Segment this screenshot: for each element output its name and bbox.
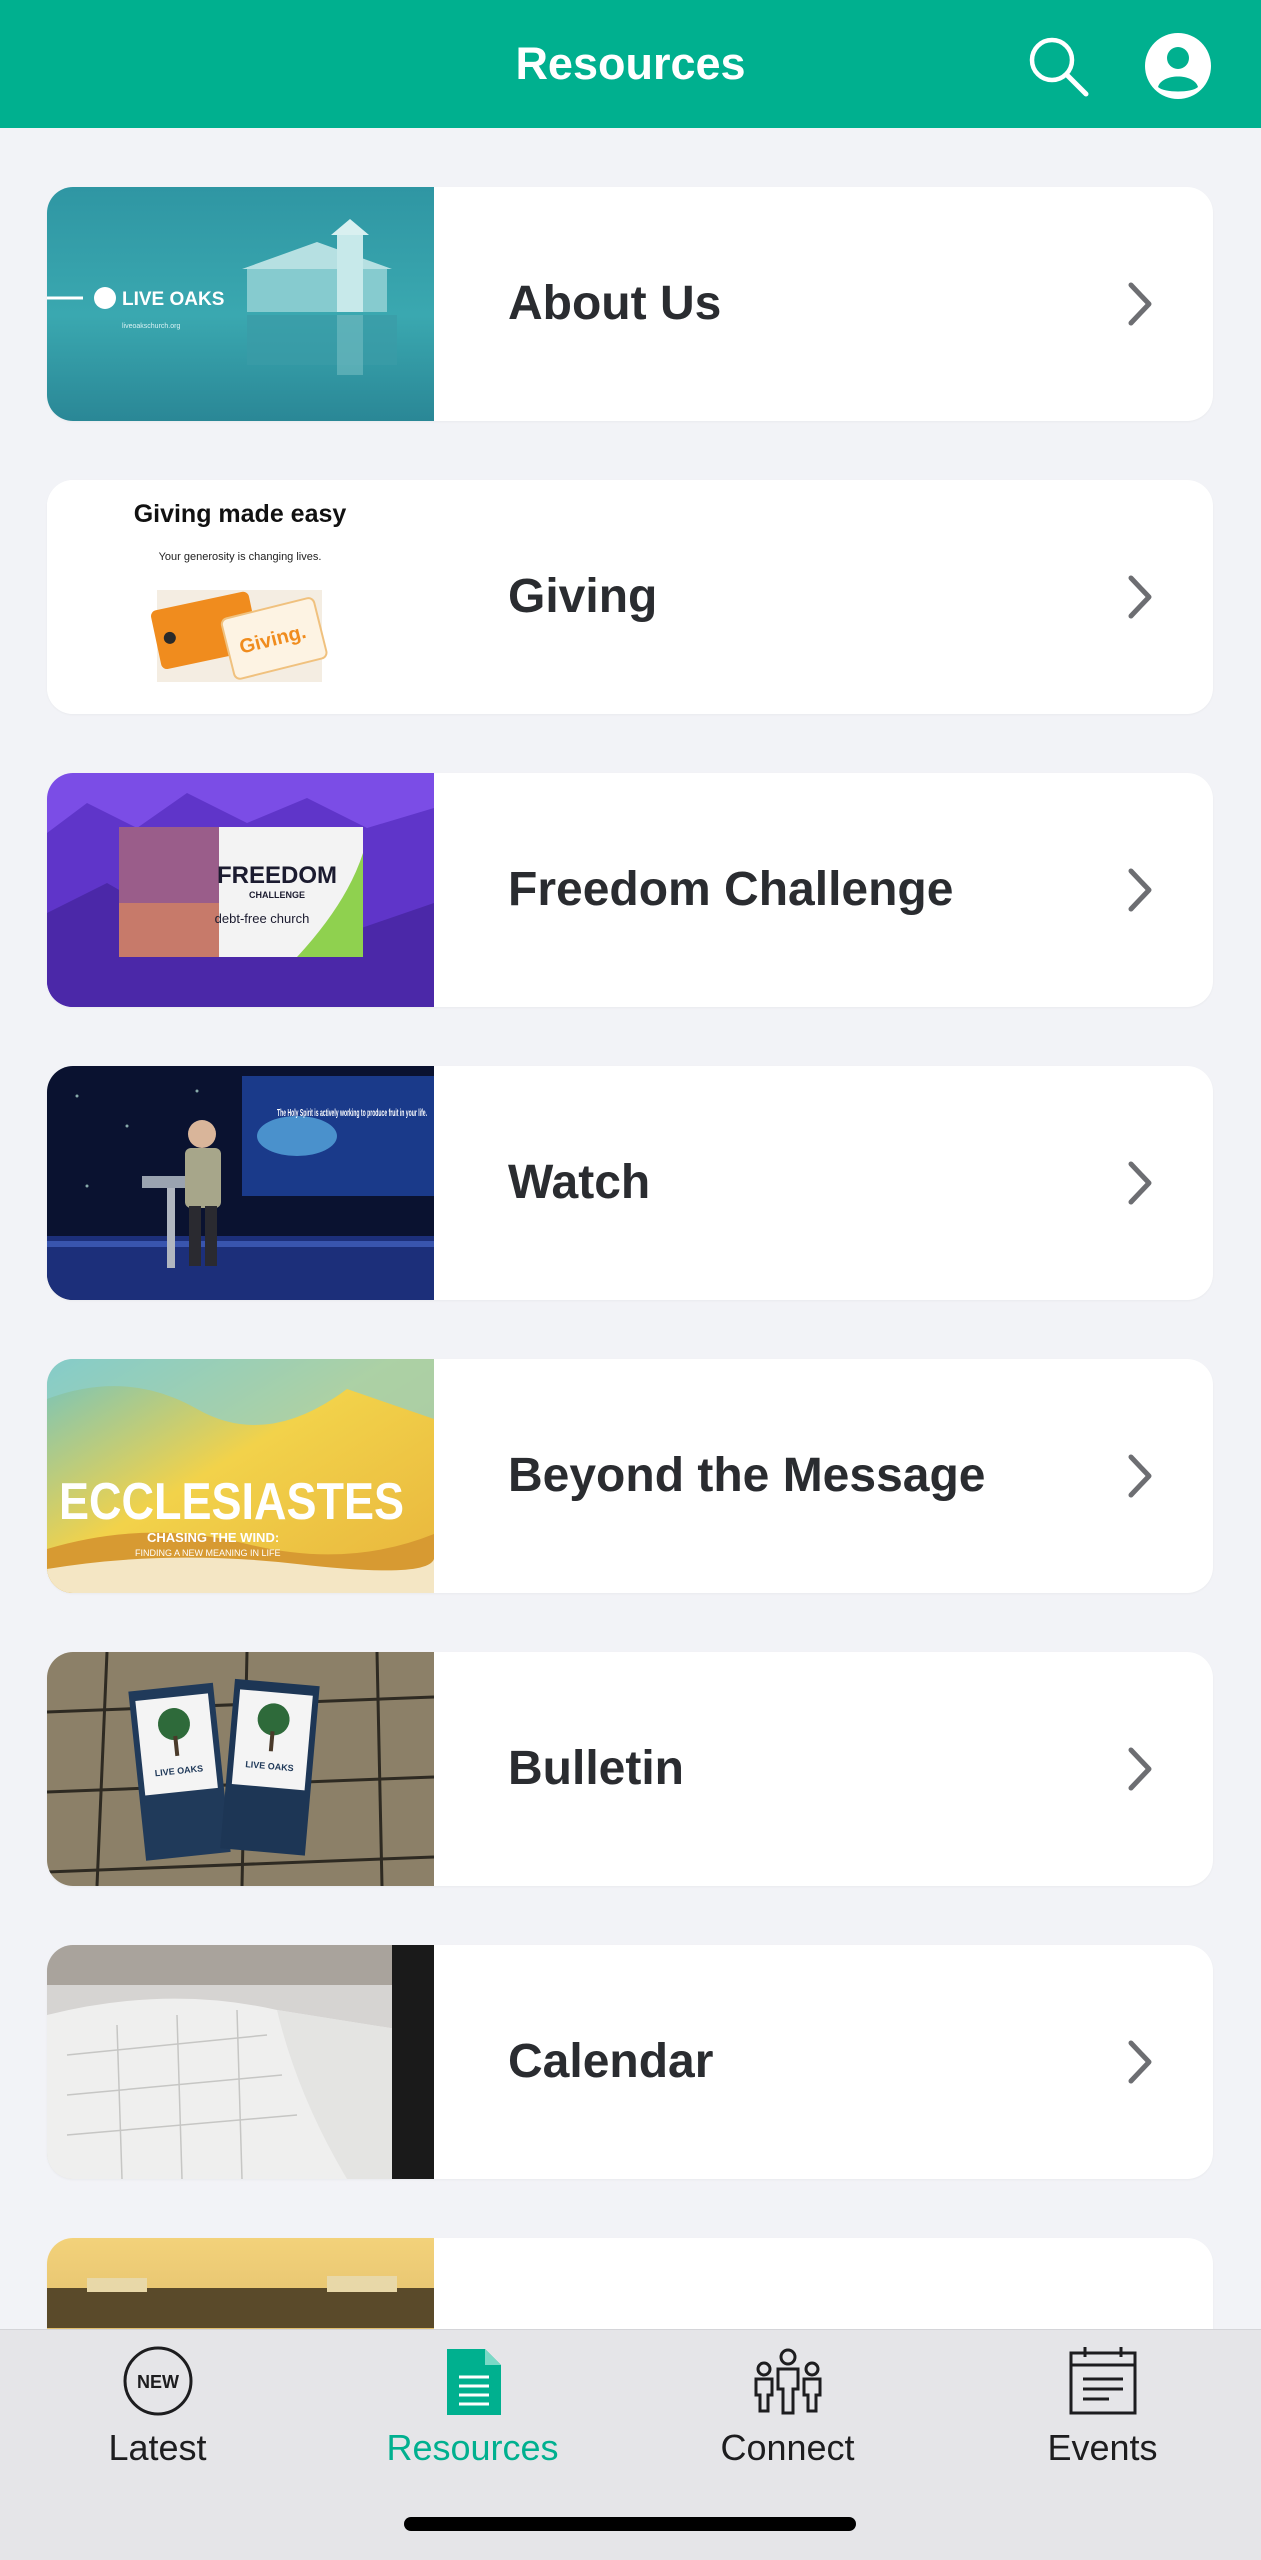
giving-thumb-title: Giving made easy: [134, 500, 347, 528]
ecclesiastes-thumb-subtitle: CHASING THE WIND:: [147, 1530, 279, 1545]
freedom-challenge-thumbnail: FREEDOM CHALLENGE debt-free church: [47, 773, 434, 1007]
resource-card-watch[interactable]: The Holy Spirit is actively working to p…: [47, 1066, 1213, 1300]
freedom-thumb-subtitle: CHALLENGE: [249, 890, 305, 900]
tab-label: Connect: [720, 2427, 855, 2468]
card-label: Giving: [508, 570, 658, 623]
card-label: Watch: [508, 1156, 651, 1209]
ecclesiastes-thumb-detail: FINDING A NEW MEANING IN LIFE: [135, 1548, 281, 1558]
card-label: Bulletin: [508, 1742, 684, 1795]
tab-resources[interactable]: Resources: [315, 2330, 630, 2470]
chevron-right-icon: [1123, 2035, 1157, 2089]
giving-thumb-subtitle: Your generosity is changing lives.: [159, 551, 322, 563]
beyond-the-message-thumbnail: ECCLESIASTES CHASING THE WIND: FINDING A…: [47, 1359, 434, 1593]
freedom-thumb-title: FREEDOM: [217, 862, 337, 889]
tab-label: Events: [1047, 2427, 1158, 2468]
watch-thumbnail: The Holy Spirit is actively working to p…: [47, 1066, 434, 1300]
resource-card-beyond-the-message[interactable]: ECCLESIASTES CHASING THE WIND: FINDING A…: [47, 1359, 1213, 1593]
document-icon: [437, 2345, 509, 2417]
tab-events[interactable]: Events: [945, 2330, 1260, 2470]
calendar-board-icon: [1067, 2345, 1139, 2417]
resource-card-calendar[interactable]: Calendar: [47, 1945, 1213, 2179]
watch-thumb-text: The Holy Spirit is actively working to p…: [277, 1108, 427, 1119]
chevron-right-icon: [1123, 863, 1157, 917]
card-label: Beyond the Message: [508, 1449, 986, 1502]
chevron-right-icon: [1123, 570, 1157, 624]
about-us-thumb-subtext: liveoakschurch.org: [122, 323, 180, 330]
resource-list: LIVE OAKS liveoakschurch.org About Us Gi…: [0, 128, 1261, 2329]
tab-connect[interactable]: Connect: [630, 2330, 945, 2470]
card-label: Freedom Challenge: [508, 863, 954, 916]
about-us-thumb-text: LIVE OAKS: [122, 289, 224, 310]
home-indicator[interactable]: [404, 2517, 856, 2531]
new-badge-text: NEW: [137, 2372, 179, 2392]
calendar-thumbnail: [47, 1945, 434, 2179]
search-icon[interactable]: [1024, 32, 1092, 100]
chevron-right-icon: [1123, 1742, 1157, 1796]
resource-card-freedom-challenge[interactable]: FREEDOM CHALLENGE debt-free church Freed…: [47, 773, 1213, 1007]
resource-card-giving[interactable]: Giving made easy Your generosity is chan…: [47, 480, 1213, 714]
people-group-icon: [752, 2345, 824, 2417]
giving-thumbnail: Giving made easy Your generosity is chan…: [47, 480, 434, 714]
new-badge-icon: NEW: [122, 2345, 194, 2417]
tab-label: Latest: [108, 2427, 207, 2468]
card-label: Calendar: [508, 2035, 714, 2088]
bulletin-thumbnail: LIVE OAKS LIVE OAKS: [47, 1652, 434, 1886]
user-avatar-icon[interactable]: [1144, 32, 1212, 100]
chevron-right-icon: [1123, 1449, 1157, 1503]
resource-card-partial[interactable]: [47, 2238, 1213, 2329]
about-us-thumbnail: LIVE OAKS liveoakschurch.org: [47, 187, 434, 421]
tab-latest[interactable]: NEW Latest: [0, 2330, 315, 2470]
chevron-right-icon: [1123, 1156, 1157, 1210]
freedom-thumb-detail: debt-free church: [215, 911, 310, 926]
top-nav-bar: Resources: [0, 0, 1261, 128]
resource-card-bulletin[interactable]: LIVE OAKS LIVE OAKS Bulletin: [47, 1652, 1213, 1886]
campus-thumbnail: [47, 2238, 434, 2329]
ecclesiastes-thumb-title: ECCLESIASTES: [59, 1473, 404, 1531]
tab-label: Resources: [386, 2427, 559, 2468]
card-label: About Us: [508, 277, 722, 330]
resource-card-about-us[interactable]: LIVE OAKS liveoakschurch.org About Us: [47, 187, 1213, 421]
chevron-right-icon: [1123, 277, 1157, 331]
